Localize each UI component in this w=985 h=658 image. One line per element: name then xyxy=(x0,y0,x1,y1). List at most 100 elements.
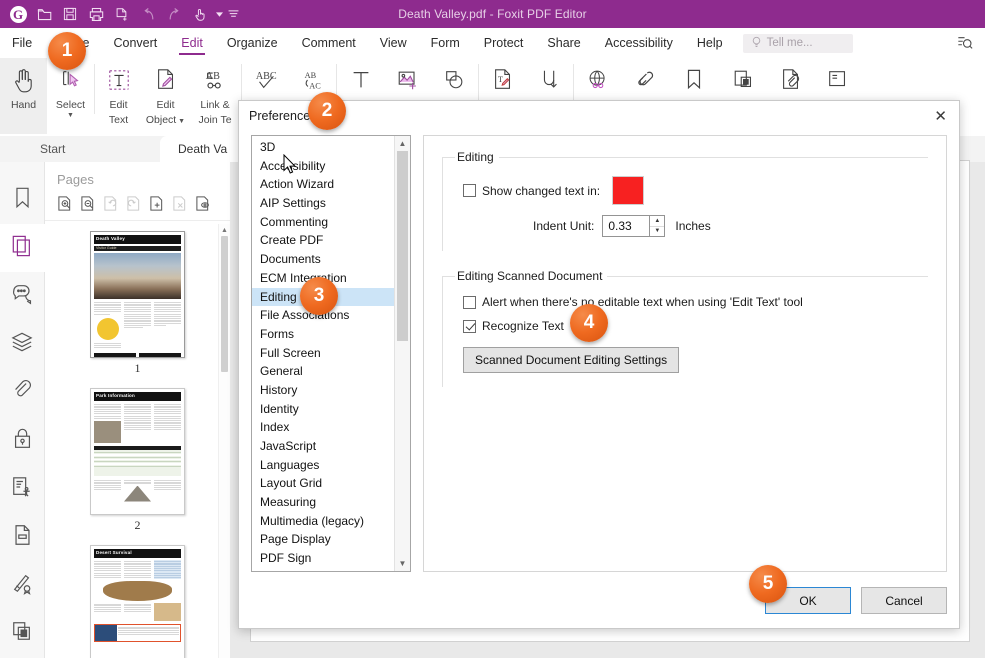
stepper-up-icon[interactable]: ▲ xyxy=(650,216,665,227)
indent-unit-stepper[interactable]: ▲ ▼ xyxy=(650,215,666,237)
indent-unit-label: Indent Unit: xyxy=(533,219,595,233)
category-aip-settings[interactable]: AIP Settings xyxy=(252,194,410,213)
category-full-screen[interactable]: Full Screen xyxy=(252,344,410,363)
category-forms[interactable]: Forms xyxy=(252,325,410,344)
category-list[interactable]: 3D Accessibility Action Wizard AIP Setti… xyxy=(251,135,411,572)
close-icon[interactable]: ✕ xyxy=(934,109,947,124)
stepper-down-icon[interactable]: ▼ xyxy=(650,227,664,237)
category-index[interactable]: Index xyxy=(252,418,410,437)
indent-unit-units: Inches xyxy=(675,219,711,233)
category-layout-grid[interactable]: Layout Grid xyxy=(252,474,410,493)
category-action-wizard[interactable]: Action Wizard xyxy=(252,175,410,194)
scroll-up-icon[interactable]: ▲ xyxy=(219,224,230,236)
menu-comment[interactable]: Comment xyxy=(290,28,368,58)
chevron-down-icon[interactable]: ▼ xyxy=(67,112,74,119)
list-item[interactable]: Desert Survival 3 xyxy=(45,545,230,658)
scroll-up-icon[interactable]: ▲ xyxy=(395,136,410,151)
category-identity[interactable]: Identity xyxy=(252,400,410,419)
category-languages[interactable]: Languages xyxy=(252,456,410,475)
sidebar-item-accessibility-tags[interactable] xyxy=(0,465,45,513)
customize-quick-access-icon[interactable] xyxy=(226,3,240,25)
menu-convert[interactable]: Convert xyxy=(102,28,170,58)
stamps-icon xyxy=(11,620,33,647)
show-changed-text-checkbox[interactable] xyxy=(463,184,476,197)
sidebar-item-layers[interactable] xyxy=(0,321,45,369)
print-icon[interactable] xyxy=(84,3,108,25)
zoom-in-page-icon[interactable] xyxy=(55,193,76,214)
tab-start[interactable]: Start xyxy=(22,136,84,162)
dialog-footer: OK Cancel xyxy=(765,587,947,614)
insert-page-icon[interactable] xyxy=(147,193,168,214)
scroll-down-icon[interactable]: ▼ xyxy=(395,556,410,571)
menu-view[interactable]: View xyxy=(368,28,419,58)
changed-text-color-swatch[interactable] xyxy=(612,176,645,205)
category-print[interactable]: Print xyxy=(252,568,410,571)
recognize-text-checkbox[interactable] xyxy=(463,319,476,333)
category-list-scrollbar[interactable]: ▲ ▼ xyxy=(394,136,410,571)
zoom-out-page-icon[interactable] xyxy=(78,193,99,214)
scanned-group-legend: Editing Scanned Document xyxy=(457,269,603,283)
pages-icon xyxy=(11,234,33,263)
indent-unit-input[interactable]: 0.33 xyxy=(602,215,651,237)
page-thumbnail-list: Death Valley Visitor Guide 1 Park Inform… xyxy=(45,221,230,658)
scrollbar-thumb[interactable] xyxy=(397,151,408,341)
sidebar-item-fields[interactable] xyxy=(0,513,45,561)
cancel-button[interactable]: Cancel xyxy=(861,587,947,614)
sidebar-item-bookmarks[interactable] xyxy=(0,176,45,224)
step-badge-1: 1 xyxy=(48,32,86,70)
quick-access-dropdown-icon[interactable] xyxy=(214,3,224,25)
menu-protect[interactable]: Protect xyxy=(472,28,536,58)
chevron-down-icon[interactable]: ▼ xyxy=(176,118,185,125)
category-documents[interactable]: Documents xyxy=(252,250,410,269)
link-icon xyxy=(633,63,657,97)
category-create-pdf[interactable]: Create PDF xyxy=(252,231,410,250)
category-page-display[interactable]: Page Display xyxy=(252,530,410,549)
page-thumbnail-1[interactable]: Death Valley Visitor Guide xyxy=(90,231,185,358)
menu-form[interactable]: Form xyxy=(419,28,472,58)
menu-edit[interactable]: Edit xyxy=(169,28,215,58)
ribbon-hand[interactable]: Hand xyxy=(0,58,47,134)
tell-me-search[interactable]: Tell me... xyxy=(742,33,853,53)
tab-death-valley[interactable]: Death Va xyxy=(160,136,246,162)
ribbon-edit-object[interactable]: Edit Object ▼ xyxy=(142,58,189,134)
category-javascript[interactable]: JavaScript xyxy=(252,437,410,456)
sidebar-item-signatures[interactable] xyxy=(0,562,45,610)
sidebar-item-comments[interactable] xyxy=(0,272,45,320)
sidebar-item-attachments[interactable] xyxy=(0,369,45,417)
scanned-document-editing-settings-button[interactable]: Scanned Document Editing Settings xyxy=(463,347,680,373)
menu-organize[interactable]: Organize xyxy=(215,28,290,58)
foxit-logo-icon[interactable]: G xyxy=(6,3,30,25)
pages-panel-scrollbar[interactable]: ▲ xyxy=(218,224,230,658)
create-pdf-icon[interactable] xyxy=(110,3,134,25)
page-thumbnail-3[interactable]: Desert Survival xyxy=(90,545,185,658)
menu-accessibility[interactable]: Accessibility xyxy=(593,28,685,58)
find-icon[interactable] xyxy=(949,35,981,51)
menu-share[interactable]: Share xyxy=(535,28,592,58)
category-general[interactable]: General xyxy=(252,362,410,381)
menu-file[interactable]: File xyxy=(0,28,44,58)
menu-help[interactable]: Help xyxy=(685,28,735,58)
alert-no-editable-text-checkbox[interactable] xyxy=(463,295,476,309)
sidebar-item-stamps[interactable] xyxy=(0,610,45,658)
category-accessibility[interactable]: Accessibility xyxy=(252,157,410,176)
touch-mode-icon[interactable] xyxy=(188,3,212,25)
preferences-dialog[interactable]: Preferences ✕ 3D Accessibility Action Wi… xyxy=(238,100,960,629)
save-icon[interactable] xyxy=(58,3,82,25)
dialog-title-bar: Preferences ✕ xyxy=(239,101,959,131)
category-pdf-sign[interactable]: PDF Sign xyxy=(252,549,410,568)
category-history[interactable]: History xyxy=(252,381,410,400)
ribbon-edit-text[interactable]: Edit Text xyxy=(95,58,142,134)
category-multimedia-legacy[interactable]: Multimedia (legacy) xyxy=(252,512,410,531)
open-icon[interactable] xyxy=(32,3,56,25)
list-item[interactable]: Death Valley Visitor Guide 1 xyxy=(45,231,230,384)
ribbon-link-join-text[interactable]: AB Link & Join Te xyxy=(189,58,241,134)
category-commenting[interactable]: Commenting xyxy=(252,213,410,232)
page-thumbnail-2[interactable]: Park Information xyxy=(90,388,185,515)
scrollbar-thumb[interactable] xyxy=(221,236,228,372)
category-measuring[interactable]: Measuring xyxy=(252,493,410,512)
sidebar-item-security[interactable] xyxy=(0,417,45,465)
sidebar-item-pages[interactable] xyxy=(0,224,45,273)
list-item[interactable]: Park Information 2 xyxy=(45,388,230,541)
category-3d[interactable]: 3D xyxy=(252,138,410,157)
page-properties-icon[interactable] xyxy=(193,193,214,214)
